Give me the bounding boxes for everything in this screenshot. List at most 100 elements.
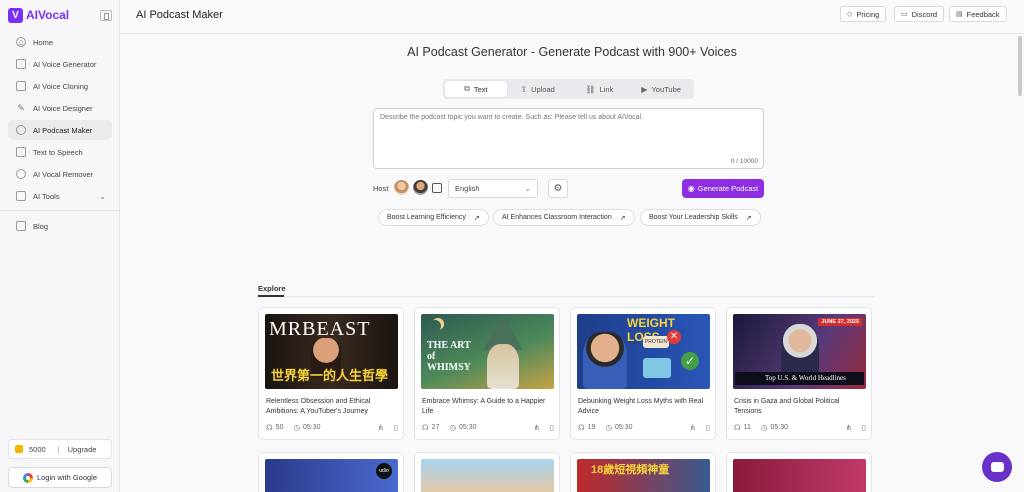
podcast-thumbnail[interactable]: udio: [265, 459, 398, 492]
chat-support-button[interactable]: [982, 452, 1012, 482]
headphones-icon: ☊: [578, 423, 585, 432]
mobile-icon[interactable]: ▯: [550, 423, 554, 432]
podcast-thumbnail[interactable]: JUNE 27, 2025 Top U.S. & World Headlines: [733, 314, 866, 389]
edit-hosts-icon[interactable]: [432, 183, 442, 193]
explore-underline: [258, 295, 284, 297]
suggestion-chip[interactable]: Boost Your Leadership Skills ↗: [640, 209, 761, 226]
sidebar-item-ai-voice-generator[interactable]: AI Voice Generator: [8, 54, 112, 74]
language-select[interactable]: English ⌄: [448, 179, 538, 198]
podcast-thumbnail[interactable]: [733, 459, 866, 492]
discord-icon: ▭: [901, 11, 908, 18]
sidebar-item-label: AI Voice Cloning: [33, 81, 89, 91]
wizard-figure: [487, 344, 519, 389]
sidebar-item-label: Blog: [33, 221, 49, 231]
diamond-icon: ◇: [847, 11, 853, 18]
podcast-meta: ☊ 19 ◷ 05:30 ⋔ ▯: [578, 423, 710, 432]
mobile-icon[interactable]: ▯: [394, 423, 398, 432]
host-avatar-1[interactable]: [394, 180, 409, 195]
sidebar-collapse-icon[interactable]: [100, 9, 112, 21]
thumbnail-subtitle: 世界第一的人生哲學: [271, 368, 389, 383]
settings-button[interactable]: ⚙: [548, 179, 568, 198]
sidebar-item-ai-voice-designer[interactable]: ✎ AI Voice Designer: [8, 98, 112, 118]
duration: 05:30: [615, 424, 633, 431]
thumbnail-person: [781, 324, 819, 376]
tools-icon: [16, 191, 26, 201]
sidebar-item-home[interactable]: ⌂ Home: [8, 32, 112, 52]
pricing-button[interactable]: ◇ Pricing: [840, 6, 887, 22]
sidebar-item-blog[interactable]: Blog: [8, 216, 112, 236]
tab-label: YouTube: [651, 84, 681, 94]
text-icon: [16, 147, 26, 157]
arrow-up-right-icon: ↗: [619, 214, 626, 222]
podcast-card[interactable]: udio: [258, 452, 404, 492]
credits-box: 5000 | Upgrade: [8, 439, 112, 459]
check-mark-icon: ✓: [681, 352, 699, 370]
sidebar-item-text-to-speech[interactable]: Text to Speech: [8, 142, 112, 162]
sidebar-item-label: AI Tools: [33, 191, 60, 201]
clock-icon: ◷: [449, 423, 457, 432]
clock-icon: ◷: [605, 423, 613, 432]
sidebar-item-label: AI Podcast Maker: [33, 125, 93, 135]
podcast-card[interactable]: JUNE 27, 2025 Top U.S. & World Headlines…: [726, 307, 872, 440]
podcast-title: Crisis in Gaza and Global Political Tens…: [734, 398, 840, 415]
podcast-title: Relentless Obsession and Ethical Ambitio…: [266, 398, 371, 415]
podcast-thumbnail[interactable]: THE ART of WHIMSY: [421, 314, 554, 389]
share-icon[interactable]: ⋔: [378, 423, 384, 432]
podcast-thumbnail[interactable]: [421, 459, 554, 492]
discord-button[interactable]: ▭ Discord: [894, 6, 945, 22]
podcast-card[interactable]: THE ART of WHIMSY Embrace Whimsy: A Guid…: [414, 307, 560, 440]
brand-name[interactable]: AIVocal: [26, 8, 69, 22]
tab-upload[interactable]: ⇪ Upload: [507, 81, 569, 97]
generate-podcast-button[interactable]: ◉ Generate Podcast: [682, 179, 764, 198]
suggestion-chip[interactable]: Boost Learning Efficiency ↗: [378, 209, 489, 226]
podcast-card[interactable]: [726, 452, 872, 492]
x-mark-icon: ✕: [667, 330, 681, 344]
feedback-label: Feedback: [966, 9, 1000, 19]
tab-link[interactable]: ⛓ Link: [569, 81, 631, 97]
podcast-topic-input[interactable]: [374, 109, 763, 168]
podcast-card[interactable]: [414, 452, 560, 492]
tab-youtube[interactable]: ▶ YouTube: [630, 81, 692, 97]
listen-count: 27: [431, 424, 440, 431]
podcast-thumbnail[interactable]: WEIGHT LOSS PROTEIN ✕ ✓: [577, 314, 710, 389]
clock-icon: ◷: [760, 423, 768, 432]
thumbnail-title: udio: [376, 463, 392, 479]
document-edit-icon: [16, 81, 26, 91]
sidebar-item-label: AI Voice Designer: [33, 103, 93, 113]
thumbnail-subtitle: PROTEIN: [643, 336, 669, 348]
upload-icon: ⇪: [520, 84, 528, 94]
podcast-card[interactable]: WEIGHT LOSS PROTEIN ✕ ✓ Debunking Weight…: [570, 307, 716, 440]
podcast-icon: [16, 125, 26, 135]
share-icon[interactable]: ⋔: [534, 423, 540, 432]
login-with-google-button[interactable]: Login with Google: [8, 467, 112, 488]
feedback-button[interactable]: ▤ Feedback: [949, 6, 1007, 22]
share-icon[interactable]: ⋔: [690, 423, 696, 432]
podcast-thumbnail[interactable]: 18歲短視頻神童: [577, 459, 710, 492]
host-avatar-2[interactable]: [413, 180, 428, 195]
listen-count: 11: [743, 424, 751, 431]
sidebar: V AIVocal ⌂ Home AI Voice Generator AI V…: [0, 0, 120, 492]
document-icon: [16, 59, 26, 69]
podcast-card[interactable]: 18歲短視頻神童: [570, 452, 716, 492]
podcast-card[interactable]: MRBEAST 世界第一的人生哲學 Relentless Obsession a…: [258, 307, 404, 440]
sidebar-item-ai-voice-cloning[interactable]: AI Voice Cloning: [8, 76, 112, 96]
mobile-icon[interactable]: ▯: [862, 423, 866, 432]
sidebar-item-ai-vocal-remover[interactable]: AI Vocal Remover: [8, 164, 112, 184]
prompt-box: 0 / 10000: [373, 108, 764, 169]
character-counter: 0 / 10000: [730, 158, 758, 165]
feedback-icon: ▤: [956, 11, 963, 18]
sidebar-item-ai-podcast-maker[interactable]: AI Podcast Maker: [8, 120, 112, 140]
podcast-thumbnail[interactable]: MRBEAST 世界第一的人生哲學: [265, 314, 398, 389]
logo-icon[interactable]: V: [8, 7, 23, 23]
main-title: AI Podcast Generator - Generate Podcast …: [407, 45, 737, 59]
upgrade-link[interactable]: Upgrade: [68, 445, 97, 454]
language-value: English: [455, 184, 480, 193]
mobile-icon[interactable]: ▯: [706, 423, 710, 432]
share-icon[interactable]: ⋔: [846, 423, 852, 432]
suggestion-chip[interactable]: AI Enhances Classroom Interaction ↗: [493, 209, 635, 226]
explore-tab[interactable]: Explore: [258, 284, 286, 293]
tab-text[interactable]: ⧉ Text: [445, 81, 507, 97]
sidebar-item-ai-tools[interactable]: AI Tools ⌄: [8, 186, 112, 206]
arrow-up-right-icon: ↗: [473, 214, 480, 222]
link-icon: ⛓: [585, 84, 596, 94]
